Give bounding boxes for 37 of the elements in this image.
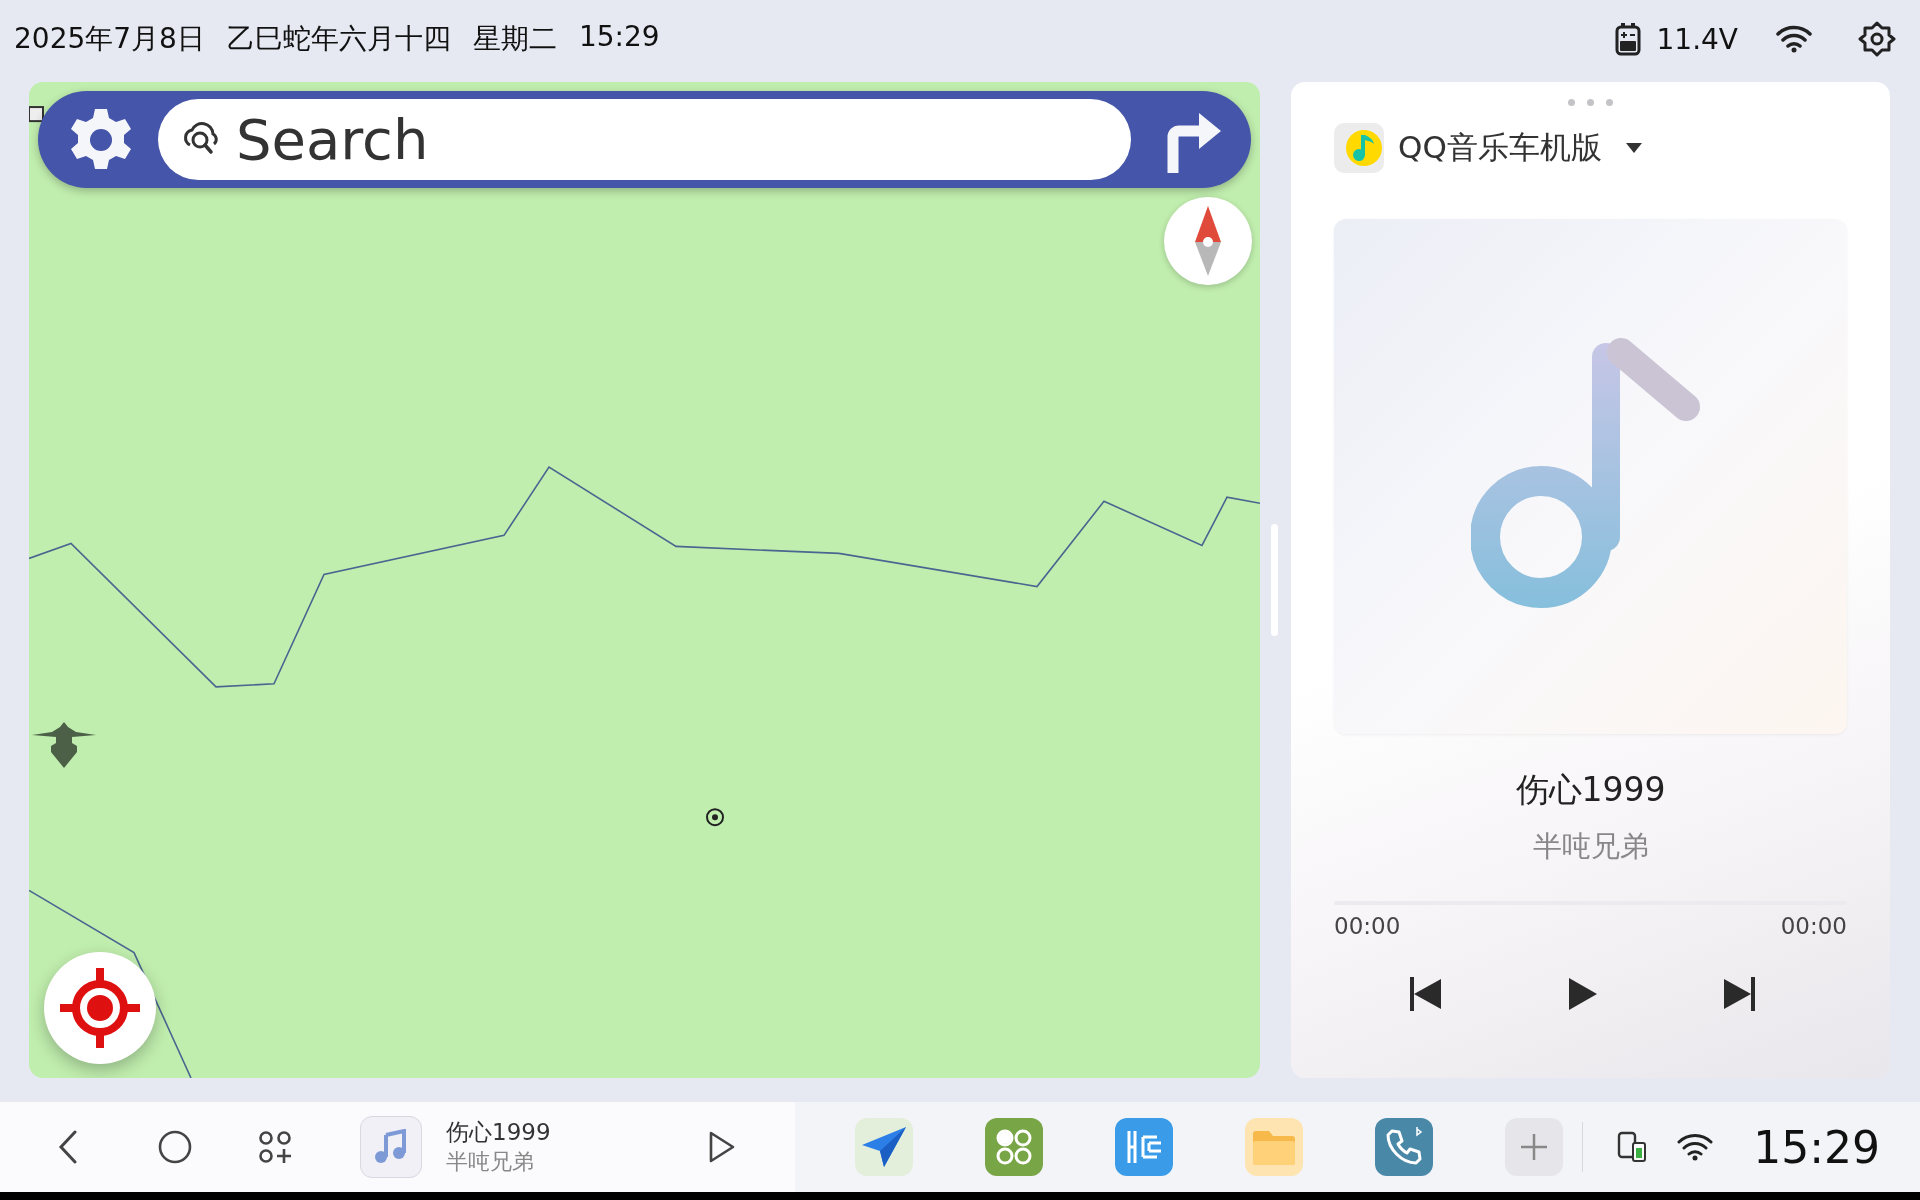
now-playing-title: 伤心1999 [446,1117,551,1147]
next-icon[interactable] [1723,977,1755,1011]
resize-handle[interactable] [1271,524,1278,636]
now-playing-artist: 半吨兄弟 [446,1147,535,1176]
wifi-icon [1677,1133,1714,1161]
play-icon[interactable] [1567,977,1598,1011]
lunar-date-text: 乙巳蛇年六月十四 [226,21,451,57]
song-title: 伤心1999 [1515,769,1666,811]
search-field[interactable]: Search [158,99,1131,180]
apps-icon[interactable] [258,1130,292,1164]
play-icon[interactable] [709,1131,735,1163]
launcher-app-icon[interactable] [985,1118,1043,1176]
settings-icon[interactable] [1858,20,1896,58]
phone-battery-icon [1617,1131,1648,1163]
clock-text: 15:29 [1753,1121,1880,1173]
back-icon[interactable] [58,1130,78,1164]
plus-icon [1519,1132,1549,1162]
previous-icon[interactable] [1410,977,1442,1011]
duration-time: 00:00 [1780,913,1847,939]
clock-text: 15:29 [578,20,660,55]
voltage-text: 11.4V [1656,22,1738,56]
wifi-icon [1776,25,1812,53]
battery-icon [1614,22,1641,56]
app-name[interactable]: QQ音乐车机版 [1398,127,1602,169]
elapsed-time: 00:00 [1334,913,1401,939]
music-app-icon[interactable] [360,1116,422,1178]
home-icon[interactable] [158,1130,192,1164]
music-app-icon [1334,123,1384,173]
dropdown-caret-icon[interactable] [1625,143,1642,153]
navigation-app-icon[interactable] [855,1118,913,1176]
artist-name: 半吨兄弟 [1532,828,1649,865]
date-text: 2025年7月8日 [14,21,205,57]
weekday-text: 星期二 [472,21,557,57]
carlink-app-icon[interactable] [1115,1118,1173,1176]
crosshair-icon [60,968,140,1048]
phone-app-icon[interactable] [1375,1118,1433,1176]
add-app-button[interactable] [1505,1118,1563,1176]
